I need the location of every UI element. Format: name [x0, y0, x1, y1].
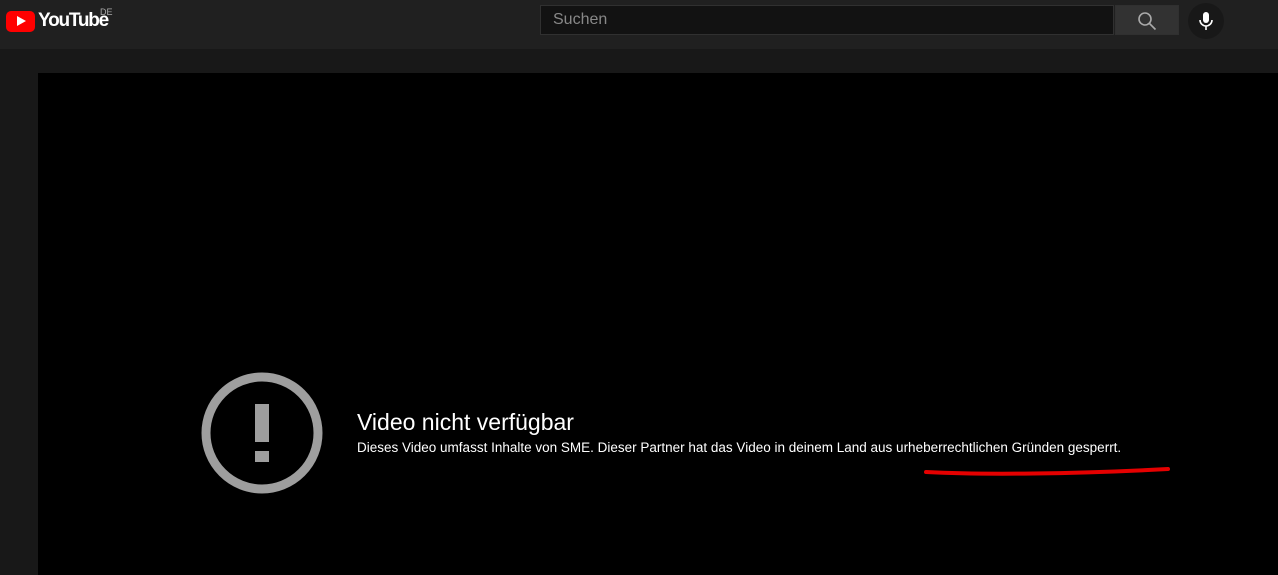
youtube-logo[interactable]: YouTube — [6, 9, 109, 33]
country-code: DE — [100, 7, 113, 17]
masthead: YouTube DE Suchen — [0, 0, 1278, 49]
logo-text: YouTube — [38, 10, 109, 31]
search-input[interactable]: Suchen — [540, 5, 1114, 35]
red-underline-annotation — [924, 467, 1170, 476]
alert-circle-icon — [201, 372, 323, 494]
search-icon — [1138, 12, 1157, 31]
voice-search-button[interactable] — [1188, 3, 1224, 39]
error-reason: Dieses Video umfasst Inhalte von SME. Di… — [357, 440, 1122, 455]
search-button[interactable] — [1115, 5, 1179, 35]
error-title: Video nicht verfügbar — [357, 409, 574, 435]
microphone-icon — [1199, 12, 1213, 30]
play-logo-icon — [6, 10, 35, 32]
video-player[interactable]: Video nicht verfügbar Dieses Video umfas… — [38, 73, 1278, 575]
